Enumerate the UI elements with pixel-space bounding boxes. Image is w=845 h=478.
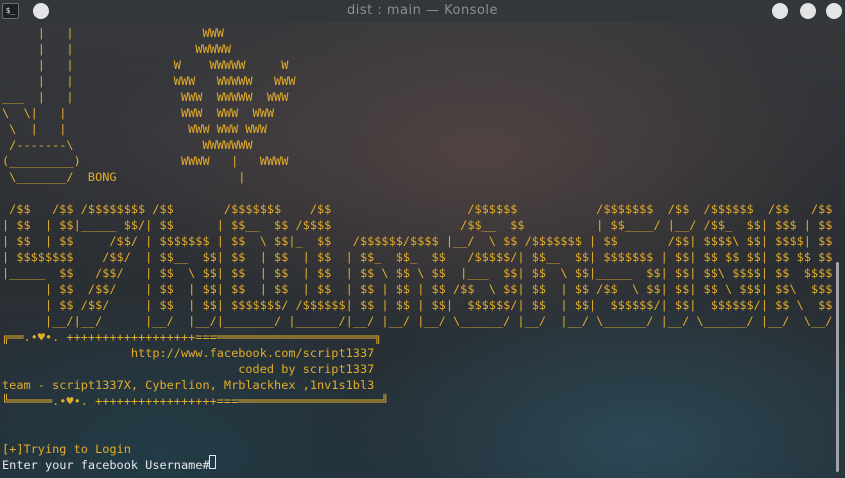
terminal-line: team - script1337X, Cyberlion, Mrblackhe… bbox=[2, 378, 375, 392]
terminal-line: ╚══════.•♥•. +++++++++++++++++===═══════… bbox=[2, 394, 389, 408]
terminal-line: | $$ | $$ /$$/ | $$$$$$$ | $$ \ $$|_ $$ … bbox=[2, 234, 833, 248]
terminal-line: /-------\ WWWWWWW bbox=[2, 138, 253, 152]
terminal-line: \ | | WWW WWW WWW bbox=[2, 122, 267, 136]
terminal-line: \_______/ BONG | bbox=[2, 170, 246, 184]
terminal-line: /$$ /$$ /$$$$$$$$ /$$ /$$$$$$$ /$$ /$$$$… bbox=[2, 202, 833, 216]
text-cursor bbox=[209, 455, 216, 469]
terminal-line: | $$$$$$$$ /$$/ | $$__ $$| $$ | $$ | $$ … bbox=[2, 250, 833, 264]
terminal-line: | $$ /$$/ | $$ | $$| $$ | $$ | $$ | $$ |… bbox=[2, 282, 833, 296]
terminal-line: (_________) WWWW | WWWW bbox=[2, 154, 289, 168]
scrollbar-handle[interactable] bbox=[836, 262, 839, 472]
terminal-line: ___ | | WWW WWWWW WWW bbox=[2, 90, 289, 104]
terminal-line: |_____ $$ /$$/ | $$ \ $$| $$ | $$ | $$ |… bbox=[2, 266, 833, 280]
title-bar[interactable]: $_ dist : main — Konsole bbox=[0, 0, 845, 22]
terminal-line: | | WWW WWWWW WWW bbox=[2, 74, 296, 88]
terminal-line: | | W WWWWW W bbox=[2, 58, 289, 72]
terminal-line: [+]Trying to Login bbox=[2, 442, 131, 456]
terminal-line: ╔══.•♥•. ++++++++++++++++++===══════════… bbox=[2, 330, 382, 344]
window-title: dist : main — Konsole bbox=[346, 3, 499, 18]
konsole-window: $_ dist : main — Konsole | | WWW | | WWW… bbox=[0, 0, 845, 478]
close-button[interactable] bbox=[826, 3, 842, 19]
terminal-line: |__/|__/ |__/ |__/|_______/ |______/|__/… bbox=[2, 314, 833, 328]
terminal-line: | $$ /$$/ | $$ | $$| $$$$$$$/ /$$$$$$| $… bbox=[2, 298, 833, 312]
terminal-line: | | WWWWW bbox=[2, 42, 232, 56]
terminal-line: http://www.facebook.com/script1337 bbox=[2, 346, 375, 360]
terminal-line: coded by script1337 bbox=[2, 362, 375, 376]
terminal-line: | $$ | $$|_____ $$/| $$ | $$__ $$ /$$$$ … bbox=[2, 218, 833, 232]
terminal-line: \ \| | WWW WWW WWW bbox=[2, 106, 275, 120]
terminal-line: | | WWW bbox=[2, 26, 224, 40]
minimize-button[interactable] bbox=[772, 3, 788, 19]
maximize-button[interactable] bbox=[800, 3, 816, 19]
terminal-view[interactable]: | | WWW | | WWWWW | | W WWWWW W | | WWW … bbox=[0, 22, 845, 478]
terminal-line: Enter your facebook Username# bbox=[2, 458, 217, 472]
